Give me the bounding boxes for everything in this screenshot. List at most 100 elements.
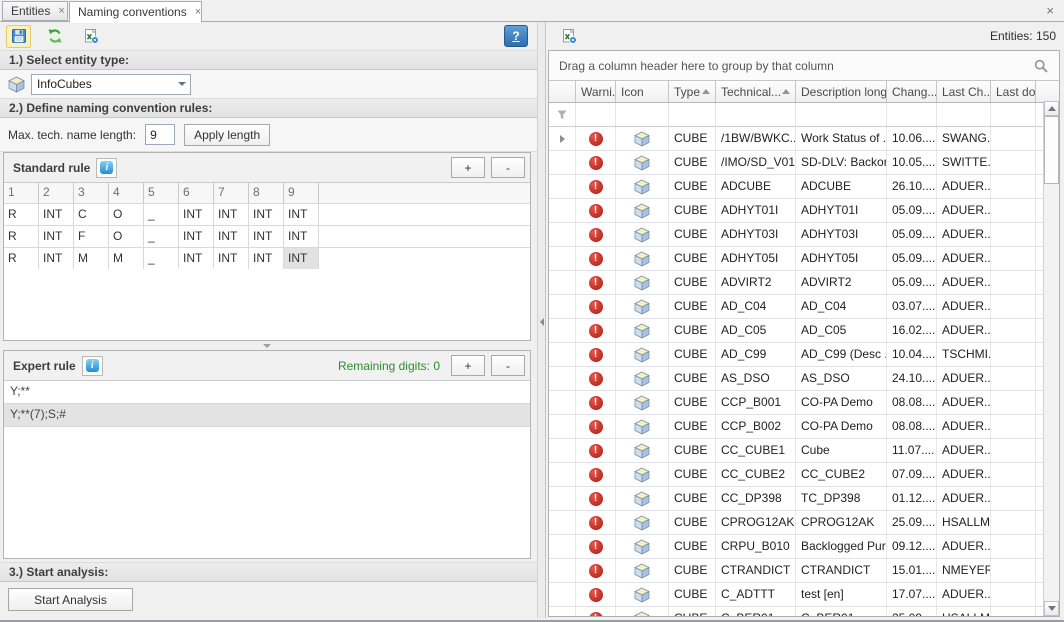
filter-cell[interactable] [669, 103, 716, 126]
filter-cell[interactable] [937, 103, 991, 126]
save-button[interactable] [6, 25, 31, 48]
expert-rule-row[interactable]: Y;**(7);S;# [4, 404, 530, 427]
table-row[interactable]: ! CUBEADVIRT2ADVIRT205.09....ADUER... [549, 271, 1059, 295]
table-row[interactable]: ! CUBEAD_C04AD_C0403.07....ADUER... [549, 295, 1059, 319]
refresh-button[interactable] [42, 25, 67, 48]
column-header-changed[interactable]: Chang... [887, 81, 937, 102]
splitter-grip[interactable] [3, 341, 531, 350]
table-row[interactable]: ! CUBEC_ADTTTtest [en]17.07....ADUER... [549, 583, 1059, 607]
table-row[interactable]: ! CUBE/1BW/BWKC...Work Status of ...10.0… [549, 127, 1059, 151]
rule-row[interactable]: RINTCO_INTINTINTINT [4, 203, 530, 225]
rule-cell[interactable]: R [4, 247, 39, 269]
table-row[interactable]: ! CUBECRPU_B010Backlogged Pur...09.12...… [549, 535, 1059, 559]
table-row[interactable]: ! CUBEAS_DSOAS_DSO24.10....ADUER... [549, 367, 1059, 391]
column-header-warning[interactable]: Warni... [576, 81, 616, 102]
table-row[interactable]: ! CUBEADCUBEADCUBE26.10....ADUER... [549, 175, 1059, 199]
apply-length-button[interactable]: Apply length [184, 124, 270, 146]
rule-cell[interactable]: INT [284, 225, 319, 247]
table-row[interactable]: ! CUBECTRANDICTCTRANDICT15.01....NMEYER [549, 559, 1059, 583]
rule-cell[interactable]: O [109, 203, 144, 225]
rule-cell[interactable]: INT [284, 203, 319, 225]
standard-rule-remove-button[interactable]: - [491, 157, 525, 178]
filter-cell[interactable] [716, 103, 796, 126]
column-header-icon[interactable]: Icon [616, 81, 669, 102]
export-button[interactable] [78, 25, 103, 48]
column-header-last-doc[interactable]: Last doc. [991, 81, 1036, 102]
rule-cell[interactable]: INT [249, 247, 284, 269]
rule-cell[interactable]: R [4, 225, 39, 247]
rule-cell[interactable]: INT [249, 225, 284, 247]
column-header-last-changed[interactable]: Last Ch... [937, 81, 991, 102]
rule-cell[interactable]: INT [249, 203, 284, 225]
table-row[interactable]: ! CUBEADHYT03IADHYT03I05.09....ADUER... [549, 223, 1059, 247]
rule-cell[interactable]: INT [39, 247, 74, 269]
vertical-scrollbar[interactable] [1043, 101, 1059, 616]
table-row[interactable]: ! CUBECCP_B002CO-PA Demo08.08....ADUER..… [549, 415, 1059, 439]
filter-cell[interactable] [991, 103, 1036, 126]
table-row[interactable]: ! CUBEADHYT01IADHYT01I05.09....ADUER... [549, 199, 1059, 223]
rule-cell[interactable]: INT [39, 203, 74, 225]
table-row[interactable]: ! CUBECC_DP398TC_DP39801.12....ADUER... [549, 487, 1059, 511]
rule-cell[interactable]: F [74, 225, 109, 247]
group-by-bar[interactable]: Drag a column header here to group by th… [549, 51, 1059, 81]
rule-cell[interactable]: INT [39, 225, 74, 247]
rule-cell[interactable]: O [109, 225, 144, 247]
table-row[interactable]: ! CUBECC_CUBE1Cube11.07....ADUER... [549, 439, 1059, 463]
rule-cell[interactable]: INT [284, 247, 319, 269]
table-row[interactable]: ! CUBEAD_C05AD_C0516.02....ADUER... [549, 319, 1059, 343]
table-row[interactable]: ! CUBEAD_C99AD_C99 (Desc ...10.04....TSC… [549, 343, 1059, 367]
rule-cell[interactable]: _ [144, 225, 179, 247]
filter-cell[interactable] [576, 103, 616, 126]
start-analysis-button[interactable]: Start Analysis [8, 588, 133, 611]
rule-cell[interactable]: INT [214, 247, 249, 269]
entity-type-combobox[interactable]: InfoCubes [31, 74, 191, 95]
filter-cell[interactable] [616, 103, 669, 126]
expert-rule-row[interactable]: Y;** [4, 381, 530, 404]
rule-cell[interactable]: INT [179, 247, 214, 269]
rule-cell[interactable]: M [109, 247, 144, 269]
table-row[interactable]: ! CUBECCP_B001CO-PA Demo08.08....ADUER..… [549, 391, 1059, 415]
expert-rule-remove-button[interactable]: - [491, 355, 525, 376]
help-button[interactable]: ? [504, 25, 528, 47]
collapse-left-icon[interactable] [540, 318, 544, 326]
standard-rule-info-button[interactable]: i [96, 158, 117, 178]
rule-cell[interactable]: _ [144, 203, 179, 225]
rule-cell[interactable]: INT [179, 203, 214, 225]
expert-rule-add-button[interactable]: + [451, 355, 485, 376]
expert-rule-info-button[interactable]: i [82, 356, 103, 376]
column-header-technical[interactable]: Technical... [716, 81, 796, 102]
column-header-type[interactable]: Type [669, 81, 716, 102]
tab-close-icon[interactable]: × [195, 7, 201, 18]
tab-entities[interactable]: Entities × [2, 1, 68, 21]
scroll-up-button[interactable] [1044, 101, 1059, 116]
filter-cell[interactable] [887, 103, 937, 126]
rule-row[interactable]: RINTMM_INTINTINTINT [4, 247, 530, 269]
filter-cell[interactable] [796, 103, 887, 126]
rule-cell[interactable]: INT [179, 225, 214, 247]
panel-splitter[interactable] [537, 22, 546, 618]
rule-cell[interactable]: M [74, 247, 109, 269]
rule-cell[interactable]: C [74, 203, 109, 225]
rule-cell[interactable]: INT [214, 225, 249, 247]
close-icon[interactable]: × [1046, 4, 1054, 17]
table-row[interactable]: ! CUBEADHYT05IADHYT05I05.09....ADUER... [549, 247, 1059, 271]
standard-rule-add-button[interactable]: + [451, 157, 485, 178]
rule-cell[interactable]: INT [214, 203, 249, 225]
table-row[interactable]: ! CUBECC_CUBE2CC_CUBE207.09....ADUER... [549, 463, 1059, 487]
rule-cell[interactable]: R [4, 203, 39, 225]
scrollbar-thumb[interactable] [1044, 116, 1059, 184]
search-icon[interactable] [1033, 58, 1049, 74]
table-row[interactable]: ! CUBE/IMO/SD_V01SD-DLV: Backor...10.05.… [549, 151, 1059, 175]
type-cell: CUBE [669, 535, 716, 558]
table-row[interactable]: ! CUBEC_BER01C_BER0125.09....HSALLM... [549, 607, 1059, 616]
chevron-down-icon[interactable] [174, 82, 190, 86]
rule-cell[interactable]: _ [144, 247, 179, 269]
tab-naming-conventions[interactable]: Naming conventions × [69, 1, 202, 23]
grid-export-button[interactable] [556, 25, 581, 48]
rule-row[interactable]: RINTFO_INTINTINTINT [4, 225, 530, 247]
column-header-description[interactable]: Description long... [796, 81, 887, 102]
max-length-input[interactable] [145, 124, 175, 145]
tab-close-icon[interactable]: × [58, 6, 64, 17]
scroll-down-button[interactable] [1044, 601, 1059, 616]
table-row[interactable]: ! CUBECPROG12AKCPROG12AK25.09....HSALLM.… [549, 511, 1059, 535]
